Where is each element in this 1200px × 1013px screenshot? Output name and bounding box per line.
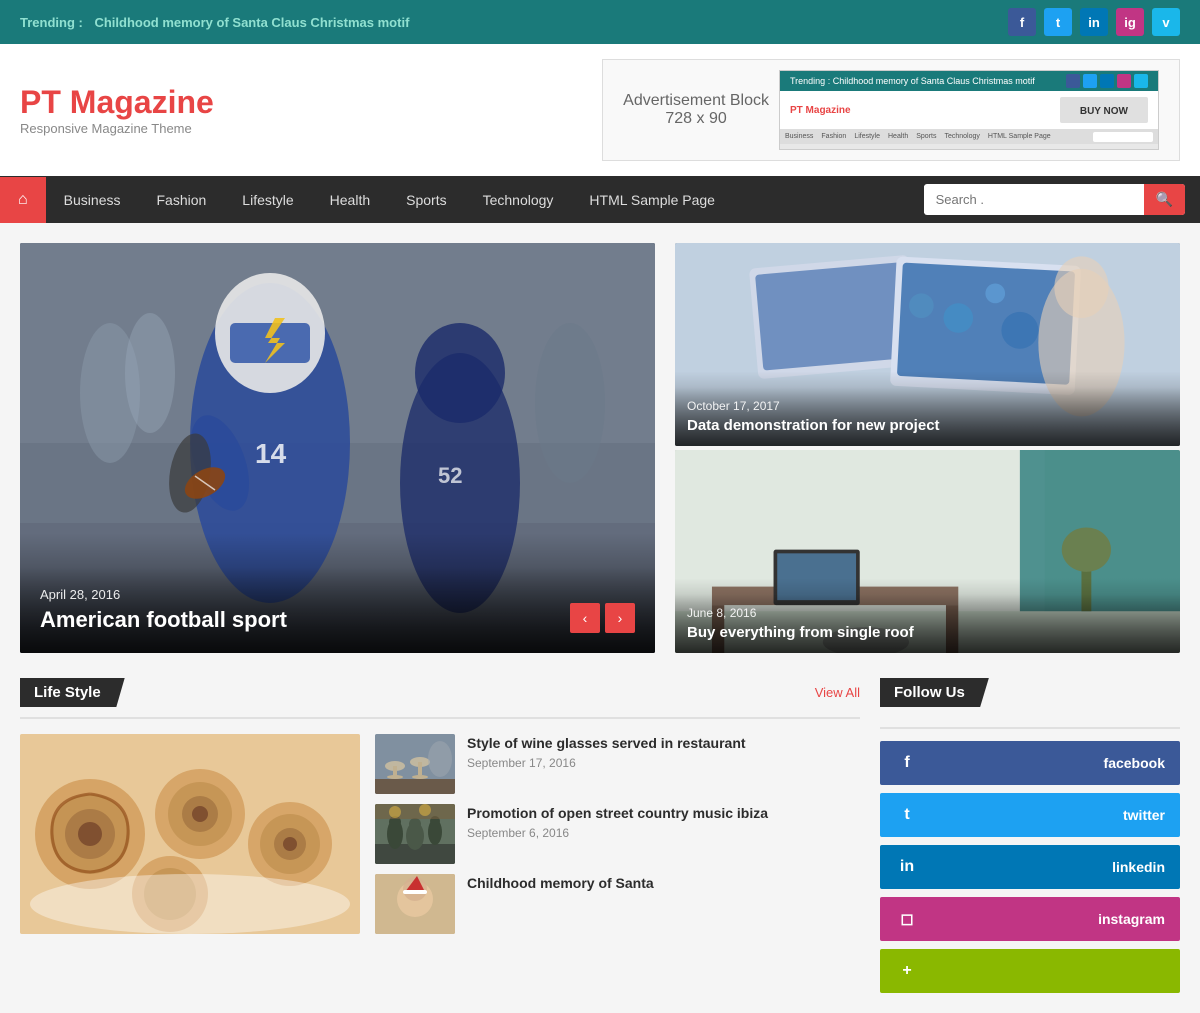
lifestyle-featured-image[interactable]	[20, 734, 360, 934]
search-box: 🔍	[924, 184, 1185, 215]
trending-text: Trending : Childhood memory of Santa Cla…	[20, 15, 417, 30]
ad-preview-buy: BUY NOW	[1080, 106, 1128, 117]
hero-overlay: April 28, 2016 American football sport	[20, 567, 655, 653]
lifestyle-title: Life Style	[20, 678, 125, 707]
facebook-trending-icon[interactable]: f	[1008, 8, 1036, 36]
trending-bar: Trending : Childhood memory of Santa Cla…	[0, 0, 1200, 44]
nav-health[interactable]: Health	[312, 178, 388, 222]
linkedin-trending-icon[interactable]: in	[1080, 8, 1108, 36]
lifestyle-thumb-2[interactable]	[375, 804, 455, 864]
instagram-trending-icon[interactable]: ig	[1116, 8, 1144, 36]
follow-facebook-label: facebook	[1104, 755, 1165, 771]
search-button[interactable]: 🔍	[1144, 184, 1185, 215]
site-header: PT Magazine Responsive Magazine Theme Ad…	[0, 44, 1200, 176]
hero-title: American football sport	[40, 607, 635, 633]
lifestyle-item-2: Promotion of open street country music i…	[375, 804, 860, 864]
nav-lifestyle[interactable]: Lifestyle	[224, 178, 311, 222]
nav-fashion[interactable]: Fashion	[138, 178, 224, 222]
follow-instagram-button[interactable]: ◻ instagram	[880, 897, 1180, 941]
hero-next-button[interactable]: ›	[605, 603, 635, 633]
lifestyle-article-list: Style of wine glasses served in restaura…	[375, 734, 860, 934]
main-content: 14 52	[0, 223, 1200, 1013]
hero-controls: ‹ ›	[570, 603, 635, 633]
bottom-grid: Life Style View All	[20, 678, 1180, 993]
svg-text:14: 14	[255, 438, 287, 469]
lifestyle-section: Life Style View All	[20, 678, 860, 993]
nav-business[interactable]: Business	[46, 178, 139, 222]
trending-label: Trending :	[20, 15, 83, 30]
extra-follow-icon: +	[895, 959, 919, 983]
lifestyle-grid: Style of wine glasses served in restaura…	[20, 734, 860, 934]
lifestyle-item-1-title[interactable]: Style of wine glasses served in restaura…	[467, 734, 746, 752]
follow-twitter-label: twitter	[1123, 807, 1165, 823]
site-logo-subtitle: Responsive Magazine Theme	[20, 121, 214, 136]
advertisement-block: Advertisement Block 728 x 90 Trending : …	[602, 59, 1180, 161]
follow-us-section: Follow Us f facebook t twitter in linked…	[880, 678, 1180, 993]
hero-prev-button[interactable]: ‹	[570, 603, 600, 633]
ad-preview-trending: Trending : Childhood memory of Santa Cla…	[790, 76, 1035, 86]
side-article-1-title: Data demonstration for new project	[687, 417, 1168, 434]
nav-technology[interactable]: Technology	[465, 178, 572, 222]
nav-links-container: Business Fashion Lifestyle Health Sports…	[46, 178, 909, 222]
lifestyle-section-header: Life Style View All	[20, 678, 860, 719]
lifestyle-item-3-title[interactable]: Childhood memory of Santa	[467, 874, 654, 892]
follow-linkedin-button[interactable]: in linkedin	[880, 845, 1180, 889]
hero-section: 14 52	[20, 243, 655, 653]
facebook-follow-icon: f	[895, 751, 919, 775]
lifestyle-view-all[interactable]: View All	[815, 685, 860, 700]
side-article-1-overlay: October 17, 2017 Data demonstration for …	[675, 387, 1180, 446]
side-article-2[interactable]: June 8, 2016 Buy everything from single …	[675, 450, 1180, 653]
featured-grid: 14 52	[20, 243, 1180, 653]
trending-article: Childhood memory of Santa Claus Christma…	[94, 15, 409, 30]
lifestyle-thumb-2-svg	[375, 804, 455, 864]
side-article-2-overlay: June 8, 2016 Buy everything from single …	[675, 594, 1180, 653]
trending-social-icons: f t in ig v	[1008, 8, 1180, 36]
social-follow-buttons: f facebook t twitter in linkedin ◻ insta…	[880, 741, 1180, 993]
vimeo-trending-icon[interactable]: v	[1152, 8, 1180, 36]
side-article-2-date: June 8, 2016	[687, 606, 1168, 620]
ad-preview-logo: PT Magazine	[790, 105, 851, 116]
linkedin-follow-icon: in	[895, 855, 919, 879]
ad-preview-image: Trending : Childhood memory of Santa Cla…	[779, 70, 1159, 150]
hero-image: 14 52	[20, 243, 655, 653]
ad-text: Advertisement Block 728 x 90	[623, 92, 769, 128]
lifestyle-thumb-3-svg	[375, 874, 455, 934]
nav-home-button[interactable]: ⌂	[0, 177, 46, 223]
lifestyle-item-1: Style of wine glasses served in restaura…	[375, 734, 860, 794]
lifestyle-item-1-content: Style of wine glasses served in restaura…	[467, 734, 746, 770]
follow-us-title: Follow Us	[880, 678, 989, 707]
twitter-follow-icon: t	[895, 803, 919, 827]
instagram-follow-icon: ◻	[895, 907, 919, 931]
site-logo-title[interactable]: PT Magazine	[20, 84, 214, 121]
lifestyle-item-2-title[interactable]: Promotion of open street country music i…	[467, 804, 768, 822]
follow-twitter-button[interactable]: t twitter	[880, 793, 1180, 837]
follow-header-container: Follow Us	[880, 678, 1180, 729]
nav-html-sample[interactable]: HTML Sample Page	[571, 178, 733, 222]
lifestyle-item-3-content: Childhood memory of Santa	[467, 874, 654, 896]
lifestyle-item-3: Childhood memory of Santa	[375, 874, 860, 934]
lifestyle-thumb-3[interactable]	[375, 874, 455, 934]
search-input[interactable]	[924, 186, 1144, 213]
lifestyle-item-1-date: September 17, 2016	[467, 756, 746, 770]
lifestyle-main-svg	[20, 734, 360, 934]
svg-text:52: 52	[438, 463, 462, 488]
lifestyle-thumb-1-svg	[375, 734, 455, 794]
follow-extra-button[interactable]: +	[880, 949, 1180, 993]
side-articles: October 17, 2017 Data demonstration for …	[675, 243, 1180, 653]
lifestyle-item-2-date: September 6, 2016	[467, 826, 768, 840]
lifestyle-thumb-1[interactable]	[375, 734, 455, 794]
hero-date: April 28, 2016	[40, 587, 635, 602]
twitter-trending-icon[interactable]: t	[1044, 8, 1072, 36]
follow-instagram-label: instagram	[1098, 911, 1165, 927]
side-article-1-date: October 17, 2017	[687, 399, 1168, 413]
nav-sports[interactable]: Sports	[388, 178, 464, 222]
follow-facebook-button[interactable]: f facebook	[880, 741, 1180, 785]
main-navbar: ⌂ Business Fashion Lifestyle Health Spor…	[0, 176, 1200, 223]
side-article-2-title: Buy everything from single roof	[687, 624, 1168, 641]
side-article-1[interactable]: October 17, 2017 Data demonstration for …	[675, 243, 1180, 446]
lifestyle-item-2-content: Promotion of open street country music i…	[467, 804, 768, 840]
follow-linkedin-label: linkedin	[1112, 859, 1165, 875]
logo-section: PT Magazine Responsive Magazine Theme	[20, 84, 214, 136]
